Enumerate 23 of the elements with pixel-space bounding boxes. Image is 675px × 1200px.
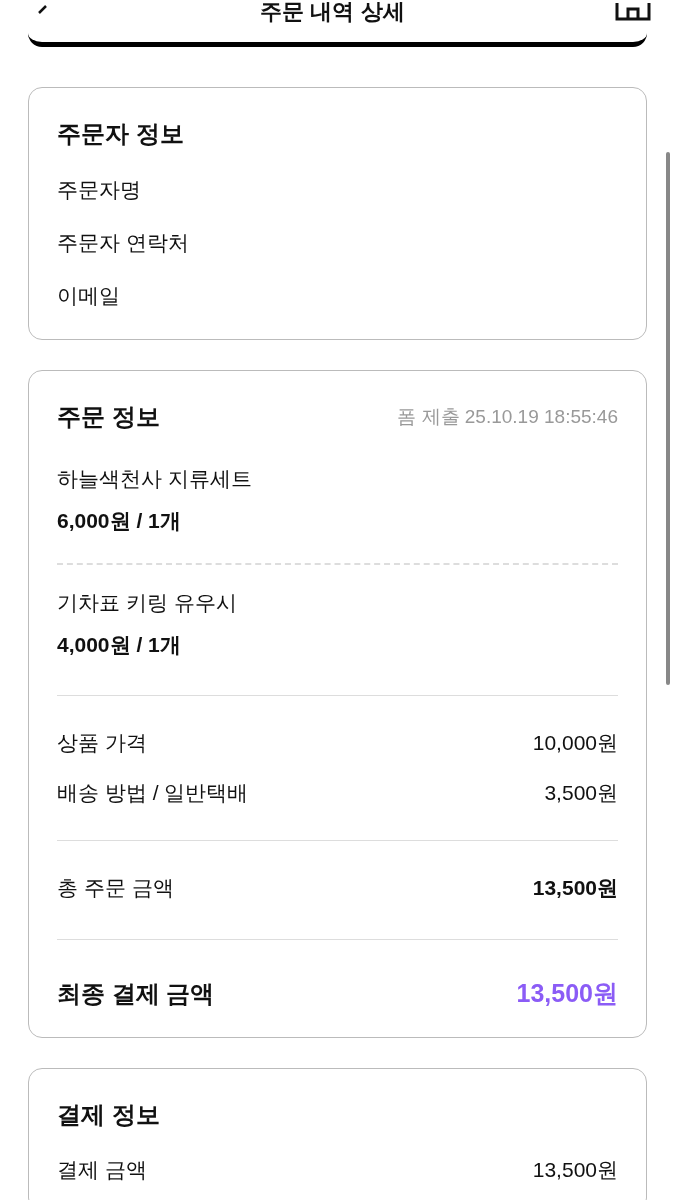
cost-value: 3,500원 [544,780,618,806]
cost-label: 배송 방법 / 일반택배 [57,780,249,806]
product-name: 기차표 키링 유우시 [57,590,238,616]
product-price: 4,000원 / 1개 [57,632,182,658]
field-label: 주문자 연락처 [57,230,190,256]
product-price: 6,000원 / 1개 [57,508,182,534]
cost-label: 상품 가격 [57,730,147,756]
product-name: 하늘색천사 지류세트 [57,466,253,492]
page-title: 주문 내역 상세 [260,0,405,24]
section-title: 주문 정보 [57,402,160,432]
section-title: 결제 정보 [57,1100,161,1130]
final-value: 13,500원 [516,978,618,1009]
final-label: 최종 결제 금액 [57,978,215,1009]
home-icon[interactable] [615,3,651,21]
field-label: 주문자명 [57,177,142,203]
field-label: 이메일 [57,283,121,309]
section-title: 주문자 정보 [57,119,185,149]
payment-value: 13,500원 [532,1157,618,1183]
total-value: 13,500원 [532,875,618,901]
payment-label: 결제 금액 [57,1157,147,1183]
cost-value: 10,000원 [532,730,618,756]
total-label: 총 주문 금액 [57,875,174,901]
submit-time: 폼 제출 25.10.19 18:55:46 [397,405,618,429]
